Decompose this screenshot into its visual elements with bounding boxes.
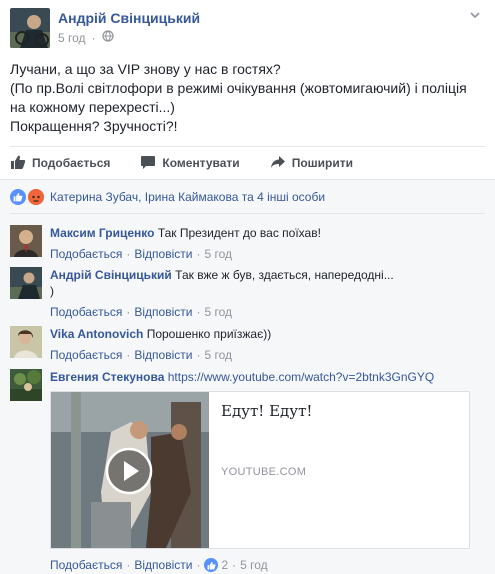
share-button[interactable]: Поширити [270,154,353,173]
divider [10,146,485,147]
angry-reaction-icon [28,189,44,205]
post-author-name[interactable]: Андрій Свінцицький [58,10,200,26]
video-thumbnail[interactable] [51,392,209,548]
commenter-name[interactable]: Евгения Стекунова [50,370,164,384]
comment-like-count[interactable]: 2 [204,558,228,572]
comment-text-continuation: ) [50,284,54,298]
comment-actions: Подобається · Відповісти · 5 год [50,246,232,262]
preview-domain: YOUTUBE.COM [221,466,307,478]
comment-body: Андрій Свінцицький Так вже ж був, здаєть… [50,267,485,320]
post-text-line: Покращення? Зручності?! [10,118,178,134]
share-arrow-icon [270,154,286,173]
comment-time[interactable]: 5 год [204,347,232,363]
comment-like-link[interactable]: Подобається [50,304,122,320]
comment-item: Евгения Стекунова https://www.youtube.co… [10,369,485,574]
comment-body: Максим Гриценко Так Президент до вас пої… [50,225,485,262]
comment-time[interactable]: 5 год [240,558,268,572]
author-avatar[interactable] [10,8,50,48]
comment-text: Порошенко приїзжає)) [146,327,272,341]
like-button-label: Подобається [32,156,111,170]
like-reaction-icon [204,558,219,572]
reactions-summary[interactable]: Катерина Зубач, Ірина Каймакова та 4 інш… [10,189,325,205]
post-actions-bar: Подобається Коментувати Поширити [10,148,485,178]
globe-icon [101,30,114,45]
thumbs-up-icon [10,154,26,173]
comment-reply-link[interactable]: Відповісти [134,304,192,320]
comment-body: Vika Antonovich Порошенко приїзжає)) Под… [50,326,485,363]
comment-reply-link[interactable]: Відповісти [134,246,192,262]
like-button[interactable]: Подобається [10,154,110,173]
post-text-line: Лучани, а що за VIP знову у нас в гостях… [10,61,281,77]
link-preview-card[interactable]: Едут! Едут! YOUTUBE.COM [50,391,470,549]
commenter-name[interactable]: Андрій Свінцицький [50,268,172,282]
comment-time[interactable]: 5 год [204,246,232,262]
comment-reply-link[interactable]: Відповісти [134,558,192,572]
commenter-name[interactable]: Максим Гриценко [50,226,154,240]
post-text-line: (По пр.Волі світлофори в режимі очікуван… [10,80,467,96]
comment-button[interactable]: Коментувати [140,154,240,173]
comment-actions: Подобається · Відповісти · 5 год [50,347,232,363]
divider [10,213,485,214]
comment-text: Так вже ж був, здається, напередодні... [175,268,394,282]
post-options-chevron-icon[interactable] [469,8,481,24]
comment-time[interactable]: 5 год [204,304,232,320]
play-icon[interactable] [105,447,153,495]
comment-text: Так Президент до вас поїхав! [157,226,321,240]
preview-title[interactable]: Едут! Едут! [221,402,312,420]
comment-button-label: Коментувати [162,156,240,170]
comment-like-link[interactable]: Подобається [50,246,122,262]
post-meta: 5 год · [58,30,114,45]
reactions-text: Катерина Зубач, Ірина Каймакова та 4 інш… [50,190,326,204]
share-button-label: Поширити [291,156,353,170]
comment-body: Евгения Стекунова https://www.youtube.co… [50,369,485,385]
comment-actions: Подобається · Відповісти · 2 · 5 год [50,558,268,572]
comment-icon [140,154,156,173]
comment-reply-link[interactable]: Відповісти [134,347,192,363]
post-text-line: на кожному перехресті...) [10,99,175,115]
like-reaction-icon [10,189,26,205]
commenter-avatar[interactable] [10,326,42,358]
comment-like-link[interactable]: Подобається [50,558,122,572]
like-count-value: 2 [221,558,229,572]
post-text: Лучани, а що за VIP знову у нас в гостях… [10,60,480,136]
post-card: Андрій Свінцицький 5 год · Лучани, а що … [0,0,495,574]
post-header: Андрій Свінцицький 5 год · [10,8,485,48]
commenter-name[interactable]: Vika Antonovich [50,327,143,341]
comment-url-link[interactable]: https://www.youtube.com/watch?v=2btnk3Gn… [168,370,434,384]
post-time[interactable]: 5 год [58,31,86,45]
commenter-avatar[interactable] [10,369,42,401]
comments-section: Катерина Зубач, Ірина Каймакова та 4 інш… [0,179,495,574]
commenter-avatar[interactable] [10,225,42,257]
comment-actions: Подобається · Відповісти · 5 год [50,304,232,320]
commenter-avatar[interactable] [10,267,42,299]
comment-like-link[interactable]: Подобається [50,347,122,363]
